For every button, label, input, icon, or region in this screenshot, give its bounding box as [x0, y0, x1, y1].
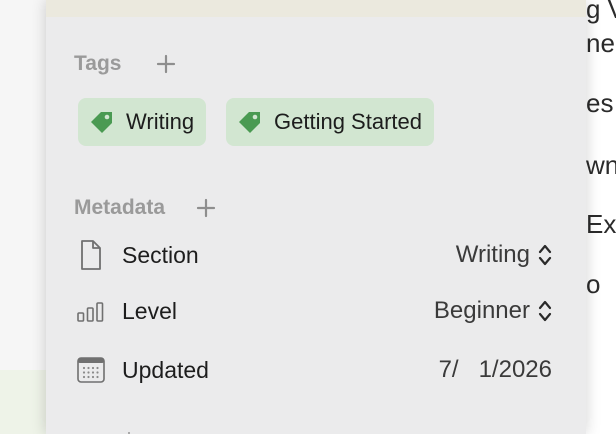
- tag-label: Getting Started: [274, 109, 422, 134]
- next-section-hint: [122, 426, 136, 434]
- metadata-label: Level: [122, 298, 177, 324]
- background-selected-row: [0, 370, 46, 434]
- metadata-row-section: Section Writing: [74, 235, 552, 275]
- background-sidebar: [0, 0, 46, 434]
- tag-label: Writing: [126, 109, 195, 134]
- up-down-chevron-icon: [538, 242, 552, 268]
- popover-header-strip: [46, 0, 586, 17]
- app-window: g V ner es wn Exp o Tags Writing: [0, 0, 616, 434]
- tag-chip-writing[interactable]: Writing: [78, 98, 207, 146]
- plus-icon: [156, 54, 176, 74]
- background-text-line: o: [586, 269, 601, 299]
- section-select-value: Writing: [455, 241, 530, 268]
- add-metadata-button[interactable]: [193, 195, 219, 221]
- tag-chip-getting-started[interactable]: Getting Started: [226, 98, 434, 146]
- metadata-label: Section: [122, 242, 199, 268]
- tag-icon: [88, 108, 116, 136]
- metadata-row-updated: Updated 7/ 1/2026: [74, 350, 552, 390]
- level-select[interactable]: Beginner: [434, 297, 552, 325]
- plus-icon: [196, 198, 216, 218]
- background-text-line: ner: [586, 28, 616, 58]
- tags-section-title: Tags: [74, 52, 122, 75]
- calendar-icon: [74, 350, 108, 390]
- background-text-line: Exp: [586, 209, 616, 239]
- bars-icon: [74, 291, 108, 331]
- tag-icon: [236, 108, 264, 136]
- document-icon: [74, 235, 108, 275]
- metadata-row-level: Level Beginner: [74, 291, 552, 331]
- level-select-value: Beginner: [433, 297, 530, 324]
- section-select[interactable]: Writing: [456, 241, 552, 269]
- updated-date-field[interactable]: 7/ 1/2026: [439, 356, 552, 384]
- metadata-section-title: Metadata: [74, 196, 166, 219]
- add-tag-button[interactable]: [153, 51, 179, 77]
- background-text-line: g V: [586, 0, 616, 24]
- metadata-label: Updated: [122, 357, 209, 383]
- background-text-line: wn: [586, 150, 616, 180]
- up-down-chevron-icon: [538, 298, 552, 324]
- inspector-popover: Tags Writing Getting Started Metadata Se…: [46, 0, 586, 434]
- background-document: g V ner es wn Exp o: [586, 0, 616, 434]
- background-text-line: es: [586, 88, 614, 118]
